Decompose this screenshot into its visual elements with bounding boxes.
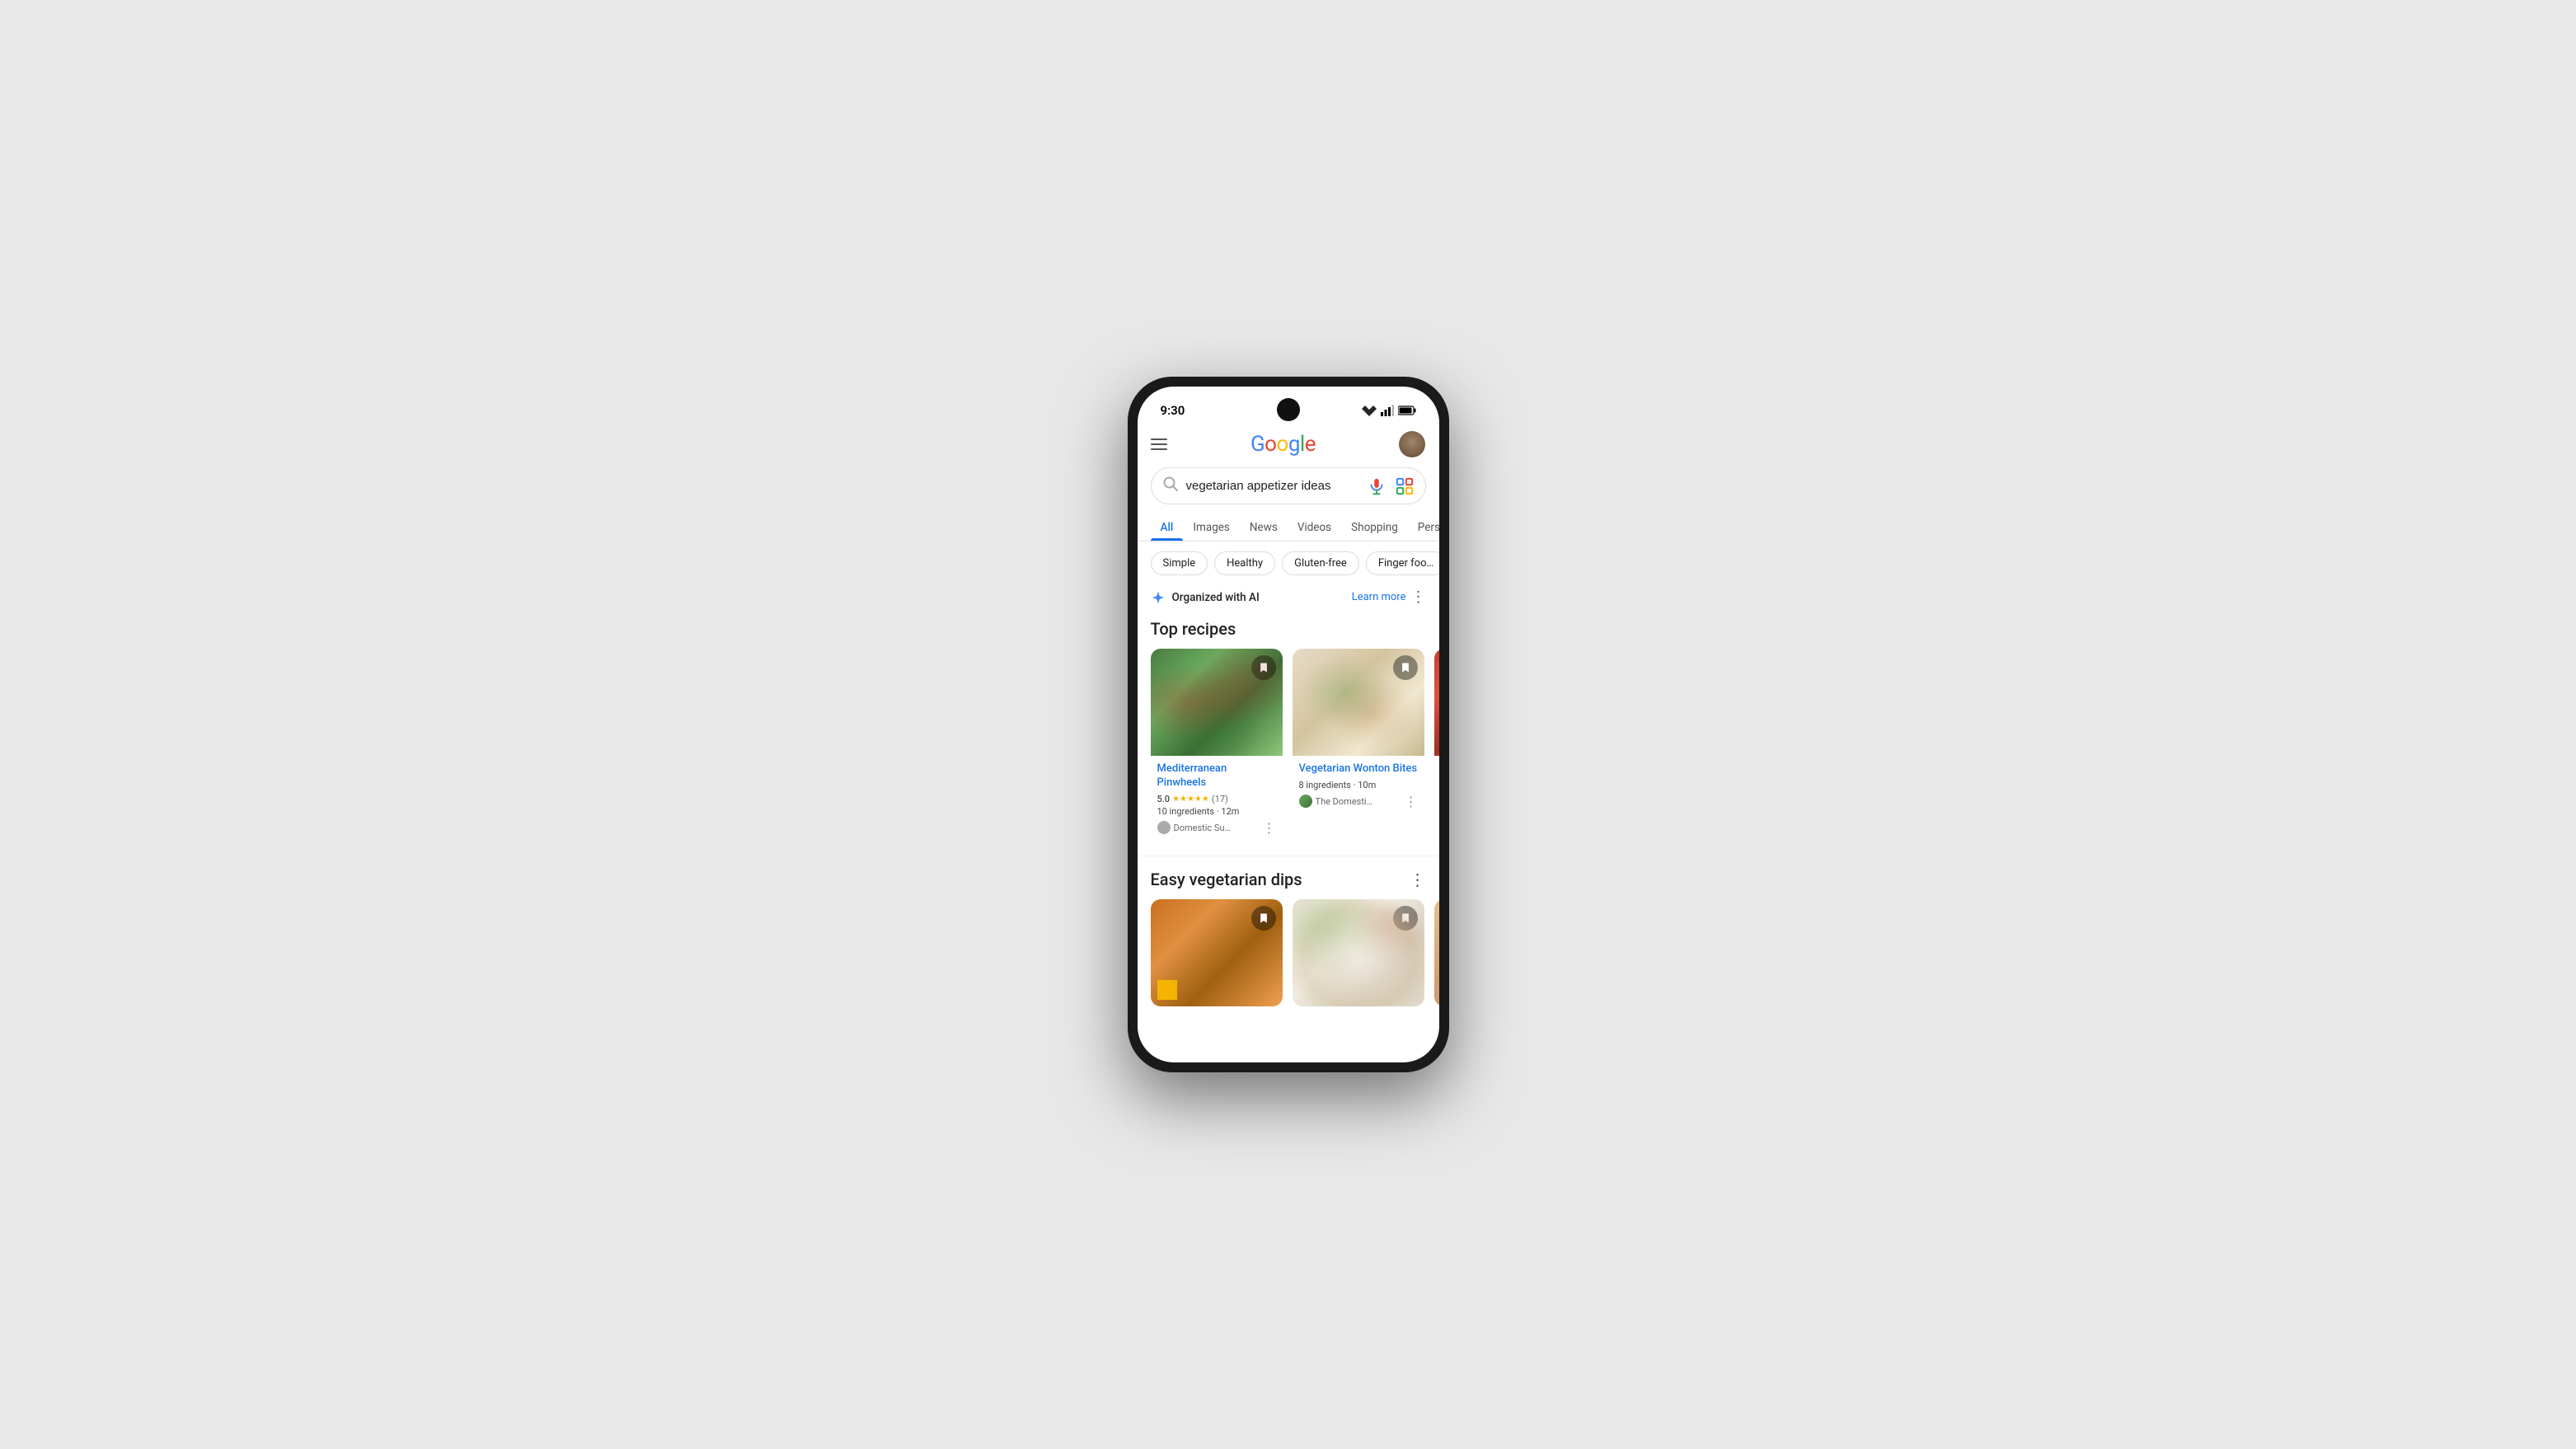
recipe-card-2[interactable]: Vegetarian Wonton Bites 8 ingredients · … (1293, 649, 1424, 842)
source-name-1: Domestic Su… (1157, 821, 1231, 834)
ai-bar-right: Learn more ⋮ (1352, 589, 1426, 606)
camera-notch (1277, 398, 1300, 421)
phone-frame: 9:30 (1128, 377, 1449, 1072)
dip-card-1[interactable] (1151, 899, 1283, 1006)
recipe-rating-1: 5.0 ★★★★★ (17) (1157, 794, 1276, 804)
tab-news[interactable]: News (1240, 514, 1288, 541)
source-name-2: The Domesti… (1299, 795, 1372, 808)
tab-all[interactable]: All (1151, 514, 1184, 541)
more-options-button[interactable]: ⋮ (1411, 589, 1426, 606)
recipe-image-1 (1151, 649, 1283, 756)
card-more-2[interactable]: ⋮ (1405, 794, 1418, 809)
recipe-image-3 (1434, 649, 1439, 756)
tab-bar: All Images News Videos Shopping Pers… (1138, 514, 1439, 542)
recipe-title-2: Vegetarian Wonton Bites (1299, 762, 1418, 776)
dip-cards-row (1138, 899, 1439, 1006)
ai-label: Organized with AI (1172, 591, 1260, 604)
tab-images[interactable]: Images (1183, 514, 1240, 541)
google-logo: Google (1250, 432, 1316, 457)
recipe-info-3: Veg… 7 in… (1434, 756, 1439, 814)
recipe-title-1: Mediterranean Pinwheels (1157, 762, 1276, 790)
dip-image-1 (1151, 899, 1283, 1006)
signal-icon (1381, 405, 1394, 416)
recipe-card-1[interactable]: Mediterranean Pinwheels 5.0 ★★★★★ (17) 1… (1151, 649, 1283, 842)
filter-chips: Simple Healthy Gluten-free Finger foo… (1138, 542, 1439, 585)
tab-videos[interactable]: Videos (1288, 514, 1341, 541)
easy-dips-more[interactable]: ⋮ (1410, 870, 1426, 889)
avatar[interactable] (1399, 431, 1425, 457)
tab-personal[interactable]: Pers… (1408, 514, 1439, 541)
avatar-image (1399, 431, 1425, 457)
mic-icon[interactable] (1368, 477, 1386, 495)
status-icons (1362, 405, 1416, 416)
bookmark-button-2[interactable] (1393, 655, 1418, 680)
chip-simple[interactable]: Simple (1151, 551, 1208, 575)
recipe-source-1: Domestic Su… ⋮ (1157, 820, 1276, 836)
recipe-info-1: Mediterranean Pinwheels 5.0 ★★★★★ (17) 1… (1151, 756, 1283, 842)
rating-count-1: (17) (1212, 794, 1228, 804)
search-input[interactable] (1186, 479, 1359, 493)
phone-screen: 9:30 (1138, 387, 1439, 1062)
header: Google (1138, 423, 1439, 464)
source-avatar-2 (1299, 795, 1312, 808)
easy-dips-header: Easy vegetarian dips ⋮ (1138, 856, 1439, 899)
dip-image-2 (1293, 899, 1424, 1006)
recipe-source-2: The Domesti… ⋮ (1299, 794, 1418, 809)
card-more-1[interactable]: ⋮ (1263, 820, 1276, 836)
recipe-image-2 (1293, 649, 1424, 756)
menu-button[interactable] (1151, 438, 1167, 450)
recipe-meta-2: 8 ingredients · 10m (1299, 780, 1418, 790)
dip-bookmark-1[interactable] (1251, 906, 1276, 931)
recipe-card-3[interactable]: Veg… 7 in… (1434, 649, 1439, 842)
dip-bookmark-2[interactable] (1393, 906, 1418, 931)
search-icon (1163, 476, 1178, 495)
dip-image-3 (1434, 899, 1439, 1006)
recipe-meta-1: 10 ingredients · 12m (1157, 806, 1276, 817)
chip-finger-food[interactable]: Finger foo… (1366, 551, 1439, 575)
rating-number-1: 5.0 (1157, 794, 1171, 804)
ai-sparkle-icon (1151, 590, 1166, 605)
learn-more-link[interactable]: Learn more (1352, 591, 1406, 603)
dip-badge (1157, 980, 1177, 1000)
tab-shopping[interactable]: Shopping (1341, 514, 1408, 541)
status-time: 9:30 (1161, 403, 1185, 418)
lens-icon[interactable] (1396, 477, 1414, 495)
chip-gluten-free[interactable]: Gluten-free (1282, 551, 1359, 575)
recipe-cards-row: Mediterranean Pinwheels 5.0 ★★★★★ (17) 1… (1138, 649, 1439, 842)
stars-1: ★★★★★ (1172, 795, 1209, 804)
wifi-icon (1362, 405, 1377, 416)
top-recipes-title: Top recipes (1138, 616, 1439, 649)
ai-bar-left: Organized with AI (1151, 590, 1260, 605)
recipe-info-2: Vegetarian Wonton Bites 8 ingredients · … (1293, 756, 1424, 816)
chip-healthy[interactable]: Healthy (1214, 551, 1275, 575)
battery-icon (1398, 406, 1416, 415)
easy-dips-title: Easy vegetarian dips (1151, 870, 1302, 889)
ai-organized-bar: Organized with AI Learn more ⋮ (1138, 585, 1439, 616)
search-bar[interactable] (1151, 467, 1426, 504)
bookmark-button-1[interactable] (1251, 655, 1276, 680)
dip-card-3[interactable] (1434, 899, 1439, 1006)
search-bar-icons (1368, 477, 1414, 495)
dip-card-2[interactable] (1293, 899, 1424, 1006)
main-content[interactable]: Google (1138, 423, 1439, 1062)
source-avatar-1 (1157, 821, 1171, 834)
